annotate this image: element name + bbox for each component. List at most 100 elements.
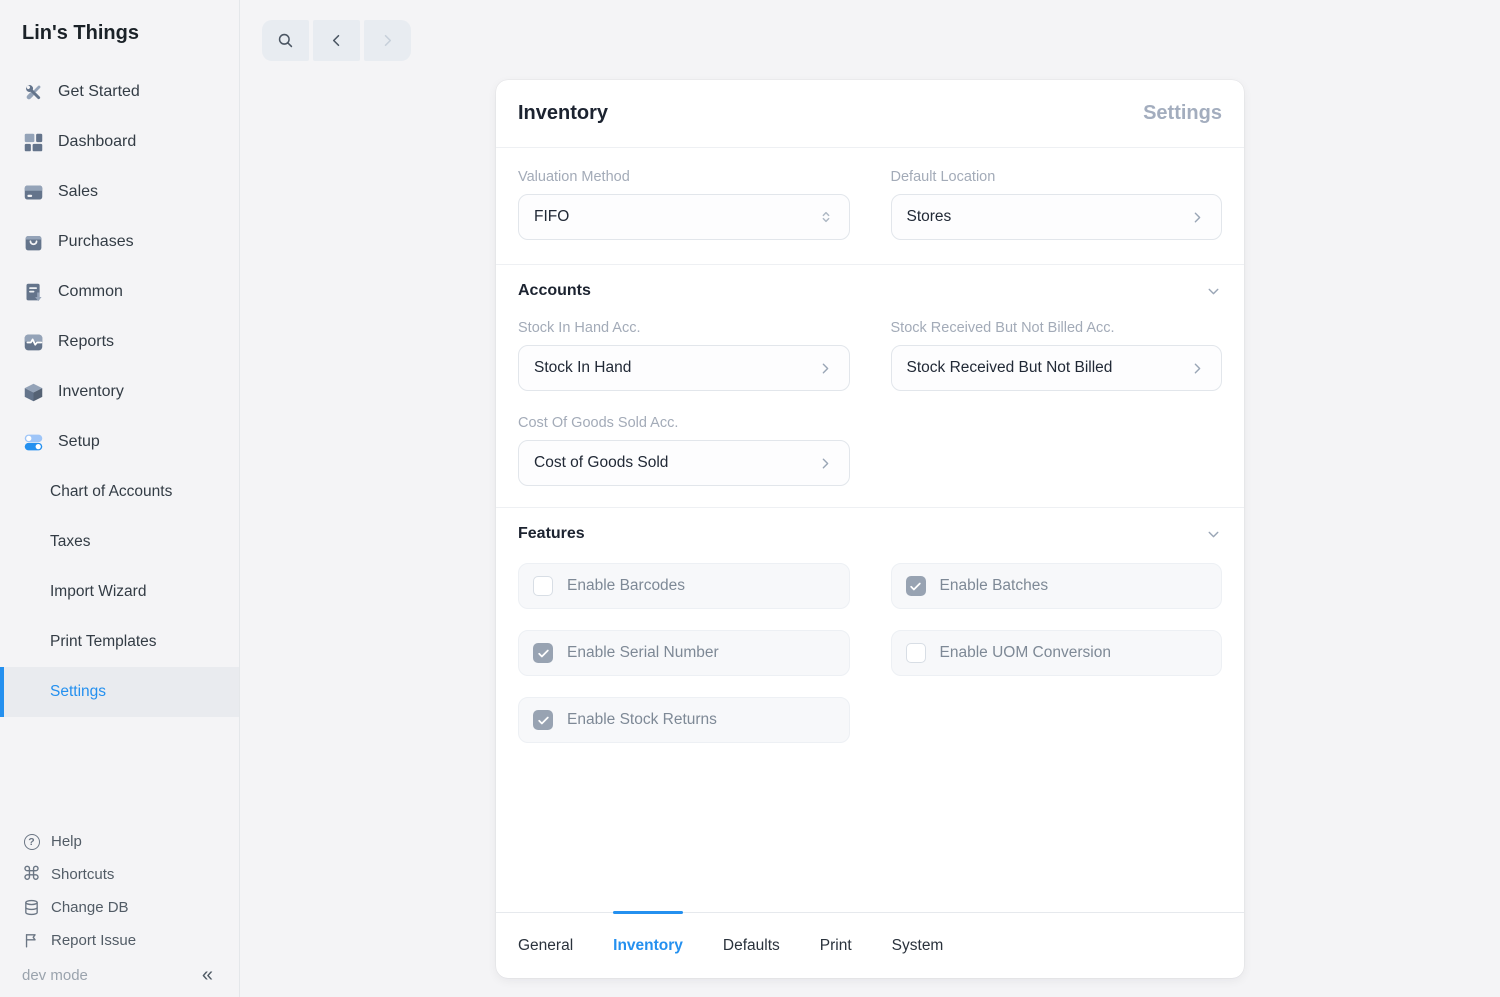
valuation-method-field-group: Valuation Method FIFO [518,169,850,240]
dashboard-icon [22,131,44,153]
help-button[interactable]: ? Help [22,825,217,858]
sidebar-item-label: Inventory [58,383,124,401]
sidebar-subitem-label: Import Wizard [50,583,146,601]
collapse-sidebar-icon[interactable]: « [198,965,217,985]
feature-label: Enable Serial Number [567,644,719,662]
credit-card-icon [22,181,44,203]
main-area: Inventory Settings Valuation Method FIFO [240,0,1500,997]
sidebar-subitem-label: Settings [50,683,106,701]
tab-print[interactable]: Print [820,913,852,979]
enable-batches-checkbox[interactable] [906,576,926,596]
report-issue-label: Report Issue [51,932,136,949]
chevron-down-icon [1205,526,1222,543]
sidebar-item-dashboard[interactable]: Dashboard [0,117,239,167]
sidebar-subitem-label: Taxes [50,533,91,551]
sidebar-item-common[interactable]: Common [0,267,239,317]
sidebar-item-label: Setup [58,433,100,451]
toggles-icon [22,431,44,453]
accounts-section-header[interactable]: Accounts [518,265,1222,300]
enable-stock-returns-checkbox[interactable] [533,710,553,730]
tab-label: Defaults [723,937,780,955]
tab-label: Inventory [613,937,683,955]
shortcuts-button[interactable]: ⌘ Shortcuts [22,858,217,891]
help-icon: ? [22,832,41,851]
database-icon [22,898,41,917]
sidebar-subitem-label: Print Templates [50,633,157,651]
select-updown-icon [818,209,834,225]
tools-icon [22,81,44,103]
feature-enable-serial-number[interactable]: Enable Serial Number [518,630,850,676]
sidebar: Lin's Things Get Started [0,0,240,997]
enable-uom-conversion-checkbox[interactable] [906,643,926,663]
stock-in-hand-value: Stock In Hand [534,359,631,377]
dev-mode-label: dev mode [22,967,88,984]
chevron-right-icon [817,455,834,472]
sidebar-item-settings[interactable]: Settings [0,667,239,717]
features-section-title: Features [518,525,585,543]
dialog-title: Inventory [518,102,608,125]
change-db-label: Change DB [51,899,129,916]
flag-icon [22,931,41,950]
default-location-value: Stores [907,208,952,226]
stock-in-hand-field-group: Stock In Hand Acc. Stock In Hand [518,320,850,391]
sidebar-item-label: Get Started [58,83,140,101]
valuation-method-label: Valuation Method [518,169,850,185]
check-icon [537,647,550,660]
accounts-section-title: Accounts [518,282,591,300]
default-location-link[interactable]: Stores [891,194,1223,240]
settings-dialog: Inventory Settings Valuation Method FIFO [496,80,1244,978]
stock-received-link[interactable]: Stock Received But Not Billed [891,345,1223,391]
sidebar-footer: ? Help ⌘ Shortcuts Change DB [0,825,239,997]
sidebar-item-label: Reports [58,333,114,351]
feature-label: Enable Stock Returns [567,711,717,729]
feature-enable-barcodes[interactable]: Enable Barcodes [518,563,850,609]
sidebar-item-purchases[interactable]: Purchases [0,217,239,267]
sidebar-item-get-started[interactable]: Get Started [0,67,239,117]
sidebar-item-setup[interactable]: Setup [0,417,239,467]
sidebar-item-print-templates[interactable]: Print Templates [0,617,239,667]
chevron-right-icon [817,360,834,377]
shortcuts-label: Shortcuts [51,866,114,883]
dialog-subtitle: Settings [1143,102,1222,125]
sidebar-nav: Get Started Dashboard Sales [0,67,239,717]
stock-received-label: Stock Received But Not Billed Acc. [891,320,1223,336]
tab-defaults[interactable]: Defaults [723,913,780,979]
enable-barcodes-checkbox[interactable] [533,576,553,596]
feature-enable-batches[interactable]: Enable Batches [891,563,1223,609]
tab-general[interactable]: General [518,913,573,979]
search-button[interactable] [262,20,309,61]
sidebar-item-inventory[interactable]: Inventory [0,367,239,417]
shopping-bag-icon [22,231,44,253]
stock-in-hand-link[interactable]: Stock In Hand [518,345,850,391]
chevron-down-icon [1205,283,1222,300]
chevron-right-icon [1189,209,1206,226]
sidebar-item-chart-of-accounts[interactable]: Chart of Accounts [0,467,239,517]
chevron-right-icon [1189,360,1206,377]
sidebar-item-label: Common [58,283,123,301]
valuation-method-value: FIFO [534,208,569,226]
feature-enable-stock-returns[interactable]: Enable Stock Returns [518,697,850,743]
check-icon [537,714,550,727]
nav-toolbar [262,20,1500,61]
feature-enable-uom-conversion[interactable]: Enable UOM Conversion [891,630,1223,676]
sidebar-item-reports[interactable]: Reports [0,317,239,367]
search-icon [276,31,295,50]
chevron-left-icon [327,31,346,50]
enable-serial-number-checkbox[interactable] [533,643,553,663]
help-label: Help [51,833,82,850]
cogs-link[interactable]: Cost of Goods Sold [518,440,850,486]
change-db-button[interactable]: Change DB [22,891,217,924]
features-section-header[interactable]: Features [518,508,1222,543]
sidebar-item-taxes[interactable]: Taxes [0,517,239,567]
forward-button[interactable] [364,20,411,61]
tab-inventory[interactable]: Inventory [613,913,683,979]
valuation-method-select[interactable]: FIFO [518,194,850,240]
sidebar-item-label: Dashboard [58,133,136,151]
sidebar-item-sales[interactable]: Sales [0,167,239,217]
document-arrow-icon [22,281,44,303]
tab-system[interactable]: System [892,913,944,979]
back-button[interactable] [313,20,360,61]
sidebar-item-import-wizard[interactable]: Import Wizard [0,567,239,617]
report-issue-button[interactable]: Report Issue [22,924,217,957]
sidebar-item-label: Purchases [58,233,134,251]
